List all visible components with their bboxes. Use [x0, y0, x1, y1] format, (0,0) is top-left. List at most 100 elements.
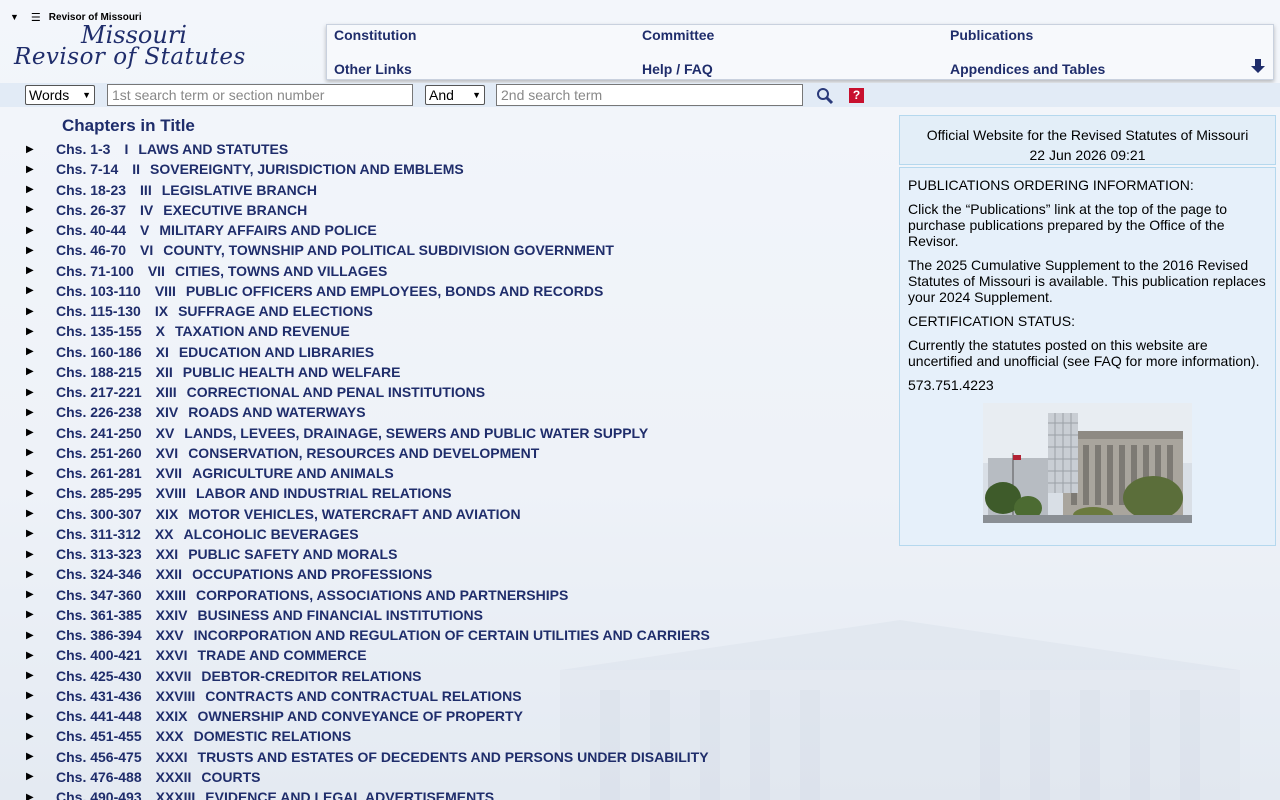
chapter-range-link[interactable]: Chs. 361-385: [56, 607, 142, 623]
chapter-range-link[interactable]: Chs. 285-295: [56, 485, 142, 501]
title-name[interactable]: SUFFRAGE AND ELECTIONS: [178, 303, 373, 319]
chapter-range-link[interactable]: Chs. 71-100: [56, 263, 134, 279]
chapter-range-link[interactable]: Chs. 476-488: [56, 769, 142, 785]
chapter-row[interactable]: ▶ Chs. 386-394 XXV INCORPORATION AND REGULA…: [26, 625, 886, 645]
chapter-row[interactable]: ▶ Chs. 7-14 II SOVEREIGNTY, JURISDICTION AN…: [26, 159, 886, 179]
nav-help-faq-link[interactable]: Help / FAQ: [642, 61, 713, 77]
title-name[interactable]: COUNTY, TOWNSHIP AND POLITICAL SUBDIVISI…: [163, 242, 614, 258]
title-name[interactable]: SOVEREIGNTY, JURISDICTION AND EMBLEMS: [150, 161, 464, 177]
hamburger-menu-icon[interactable]: ☰: [31, 11, 41, 24]
chapter-range-link[interactable]: Chs. 115-130: [56, 303, 141, 319]
chapter-row[interactable]: ▶ Chs. 103-110 VIII PUBLIC OFFICERS AND EMP…: [26, 281, 886, 301]
expand-triangle-icon[interactable]: ▶: [26, 650, 56, 661]
title-name[interactable]: LANDS, LEVEES, DRAINAGE, SEWERS AND PUBL…: [184, 425, 648, 441]
chapter-range-link[interactable]: Chs. 425-430: [56, 668, 142, 684]
chapter-range-link[interactable]: Chs. 7-14: [56, 161, 118, 177]
title-name[interactable]: COURTS: [201, 769, 260, 785]
chapter-range-link[interactable]: Chs. 103-110: [56, 283, 141, 299]
chapter-row[interactable]: ▶ Chs. 115-130 IX SUFFRAGE AND ELECTIONS: [26, 301, 886, 321]
chapter-range-link[interactable]: Chs. 160-186: [56, 344, 142, 360]
chapter-row[interactable]: ▶ Chs. 226-238 XIV ROADS AND WATERWAYS: [26, 402, 886, 422]
chapter-row[interactable]: ▶ Chs. 261-281 XVII AGRICULTURE AND ANIMALS: [26, 463, 886, 483]
expand-triangle-icon[interactable]: ▶: [26, 285, 56, 296]
title-name[interactable]: TRADE AND COMMERCE: [198, 647, 367, 663]
title-name[interactable]: LABOR AND INDUSTRIAL RELATIONS: [196, 485, 452, 501]
title-name[interactable]: AGRICULTURE AND ANIMALS: [192, 465, 394, 481]
expand-triangle-icon[interactable]: ▶: [26, 144, 56, 155]
site-logo[interactable]: Missouri Revisor of Statutes: [14, 23, 314, 69]
title-name[interactable]: DOMESTIC RELATIONS: [194, 728, 352, 744]
title-name[interactable]: PUBLIC OFFICERS AND EMPLOYEES, BONDS AND…: [186, 283, 603, 299]
expand-triangle-icon[interactable]: ▶: [26, 265, 56, 276]
chapter-row[interactable]: ▶ Chs. 311-312 XX ALCOHOLIC BEVERAGES: [26, 524, 886, 544]
title-name[interactable]: BUSINESS AND FINANCIAL INSTITUTIONS: [198, 607, 483, 623]
chapter-range-link[interactable]: Chs. 386-394: [56, 627, 142, 643]
collapse-triangle-icon[interactable]: ▼: [10, 12, 19, 22]
chapter-range-link[interactable]: Chs. 300-307: [56, 506, 142, 522]
title-name[interactable]: EXECUTIVE BRANCH: [163, 202, 307, 218]
title-name[interactable]: CONSERVATION, RESOURCES AND DEVELOPMENT: [188, 445, 539, 461]
chapter-range-link[interactable]: Chs. 400-421: [56, 647, 142, 663]
expand-triangle-icon[interactable]: ▶: [26, 609, 56, 620]
title-name[interactable]: PUBLIC SAFETY AND MORALS: [188, 546, 397, 562]
expand-triangle-icon[interactable]: ▶: [26, 164, 56, 175]
chapter-row[interactable]: ▶ Chs. 46-70 VI COUNTY, TOWNSHIP AND POLITI…: [26, 240, 886, 260]
title-name[interactable]: PUBLIC HEALTH AND WELFARE: [183, 364, 401, 380]
chapter-range-link[interactable]: Chs. 313-323: [56, 546, 142, 562]
chapter-row[interactable]: ▶ Chs. 40-44 V MILITARY AFFAIRS AND POLICE: [26, 220, 886, 240]
chapter-row[interactable]: ▶ Chs. 241-250 XV LANDS, LEVEES, DRAINAGE, …: [26, 423, 886, 443]
expand-triangle-icon[interactable]: ▶: [26, 306, 56, 317]
chapter-range-link[interactable]: Chs. 46-70: [56, 242, 126, 258]
chapter-range-link[interactable]: Chs. 18-23: [56, 182, 126, 198]
chapter-row[interactable]: ▶ Chs. 135-155 X TAXATION AND REVENUE: [26, 321, 886, 341]
nav-publications-link[interactable]: Publications: [950, 27, 1033, 43]
expand-triangle-icon[interactable]: ▶: [26, 569, 56, 580]
expand-triangle-icon[interactable]: ▶: [26, 670, 56, 681]
expand-triangle-icon[interactable]: ▶: [26, 630, 56, 641]
search-icon[interactable]: [816, 87, 834, 105]
chapter-range-link[interactable]: Chs. 490-493: [56, 789, 142, 800]
title-name[interactable]: TRUSTS AND ESTATES OF DECEDENTS AND PERS…: [198, 749, 709, 765]
title-name[interactable]: TAXATION AND REVENUE: [175, 323, 350, 339]
title-name[interactable]: INCORPORATION AND REGULATION OF CERTAIN …: [194, 627, 710, 643]
expand-triangle-icon[interactable]: ▶: [26, 447, 56, 458]
chapter-range-link[interactable]: Chs. 40-44: [56, 222, 126, 238]
expand-triangle-icon[interactable]: ▶: [26, 792, 56, 800]
chapter-row[interactable]: ▶ Chs. 400-421 XXVI TRADE AND COMMERCE: [26, 645, 886, 665]
chapter-row[interactable]: ▶ Chs. 451-455 XXX DOMESTIC RELATIONS: [26, 726, 886, 746]
chapter-range-link[interactable]: Chs. 217-221: [56, 384, 142, 400]
expand-triangle-icon[interactable]: ▶: [26, 528, 56, 539]
expand-triangle-icon[interactable]: ▶: [26, 549, 56, 560]
expand-triangle-icon[interactable]: ▶: [26, 427, 56, 438]
expand-triangle-icon[interactable]: ▶: [26, 387, 56, 398]
chapter-row[interactable]: ▶ Chs. 476-488 XXXII COURTS: [26, 767, 886, 787]
chapter-row[interactable]: ▶ Chs. 441-448 XXIX OWNERSHIP AND CONVEYANC…: [26, 706, 886, 726]
chapter-range-link[interactable]: Chs. 226-238: [56, 404, 142, 420]
chapter-range-link[interactable]: Chs. 241-250: [56, 425, 142, 441]
chapter-row[interactable]: ▶ Chs. 361-385 XXIV BUSINESS AND FINANCIAL …: [26, 605, 886, 625]
chapter-row[interactable]: ▶ Chs. 490-493 XXXIII EVIDENCE AND LEGAL AD…: [26, 787, 886, 800]
scroll-down-arrow-icon[interactable]: [1249, 57, 1267, 75]
chapter-row[interactable]: ▶ Chs. 26-37 IV EXECUTIVE BRANCH: [26, 200, 886, 220]
chapter-row[interactable]: ▶ Chs. 160-186 XI EDUCATION AND LIBRARIES: [26, 342, 886, 362]
chapter-row[interactable]: ▶ Chs. 217-221 XIII CORRECTIONAL AND PENAL …: [26, 382, 886, 402]
chapter-row[interactable]: ▶ Chs. 1-3 I LAWS AND STATUTES: [26, 139, 886, 159]
expand-triangle-icon[interactable]: ▶: [26, 245, 56, 256]
chapter-range-link[interactable]: Chs. 324-346: [56, 566, 142, 582]
title-name[interactable]: ALCOHOLIC BEVERAGES: [184, 526, 359, 542]
chapter-range-link[interactable]: Chs. 26-37: [56, 202, 126, 218]
title-name[interactable]: DEBTOR-CREDITOR RELATIONS: [201, 668, 421, 684]
expand-triangle-icon[interactable]: ▶: [26, 690, 56, 701]
chapter-range-link[interactable]: Chs. 1-3: [56, 141, 110, 157]
expand-triangle-icon[interactable]: ▶: [26, 366, 56, 377]
chapter-row[interactable]: ▶ Chs. 18-23 III LEGISLATIVE BRANCH: [26, 180, 886, 200]
title-name[interactable]: LEGISLATIVE BRANCH: [162, 182, 317, 198]
chapter-range-link[interactable]: Chs. 441-448: [56, 708, 142, 724]
title-name[interactable]: CONTRACTS AND CONTRACTUAL RELATIONS: [205, 688, 521, 704]
title-name[interactable]: ROADS AND WATERWAYS: [188, 404, 365, 420]
expand-triangle-icon[interactable]: ▶: [26, 468, 56, 479]
chapter-range-link[interactable]: Chs. 451-455: [56, 728, 142, 744]
expand-triangle-icon[interactable]: ▶: [26, 184, 56, 195]
expand-triangle-icon[interactable]: ▶: [26, 204, 56, 215]
expand-triangle-icon[interactable]: ▶: [26, 225, 56, 236]
